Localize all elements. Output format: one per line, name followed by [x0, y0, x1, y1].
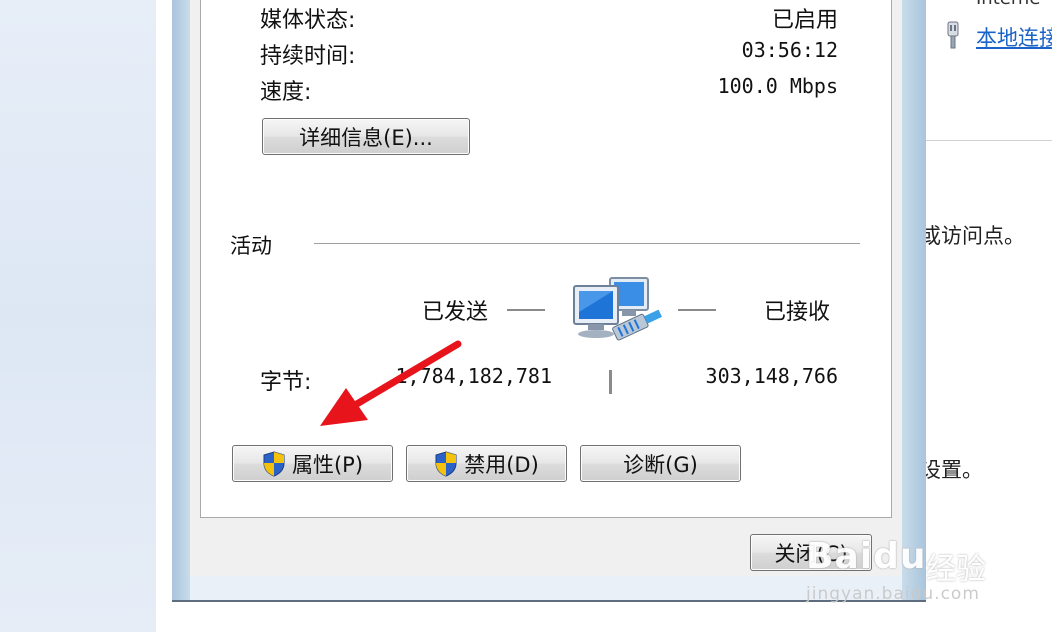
panel-text-settings: 设置。	[920, 458, 983, 482]
activity-separator-tick	[609, 370, 612, 394]
annotation-arrow-icon	[320, 340, 462, 426]
received-label: 已接收	[764, 300, 831, 325]
dialog-frame-right	[902, 0, 926, 600]
diagnose-button-label: 诊断(G)	[623, 452, 698, 477]
panel-top-text: Interne	[976, 0, 1040, 9]
speed-value: 100.0 Mbps	[717, 74, 838, 98]
shield-icon	[263, 450, 285, 477]
received-dash	[678, 309, 716, 311]
watermark-url: jingyan.baidu.com	[806, 584, 980, 604]
bytes-label: 字节:	[260, 370, 312, 395]
baidu-jingyan-watermark: Baidu 经验 jingyan.baidu.com	[800, 520, 1000, 610]
disable-button-label: 禁用(D)	[464, 452, 539, 477]
network-plug-icon	[947, 21, 959, 49]
duration-value: 03:56:12	[741, 38, 838, 62]
properties-button[interactable]: 属性(P)	[232, 445, 393, 482]
watermark-cn-text: 经验	[926, 552, 986, 587]
details-button[interactable]: 详细信息(E)...	[262, 118, 470, 155]
properties-button-label: 属性(P)	[291, 452, 364, 477]
activity-title: 活动	[230, 234, 272, 258]
local-connection-link[interactable]: 本地连接	[976, 22, 1052, 52]
details-button-label: 详细信息(E)...	[299, 125, 433, 150]
sent-label: 已发送	[422, 300, 489, 325]
disable-button[interactable]: 禁用(D)	[406, 445, 567, 482]
diagnose-button[interactable]: 诊断(G)	[580, 445, 741, 482]
panel-divider	[920, 140, 1052, 141]
media-state-value: 已启用	[771, 8, 838, 33]
media-state-label: 媒体状态:	[260, 8, 356, 33]
shield-icon	[435, 450, 457, 477]
activity-divider	[314, 243, 860, 244]
network-connection-icon	[573, 277, 662, 341]
watermark-logo: Baidu	[806, 536, 927, 577]
panel-text-access-point: 或访问点。	[920, 224, 1025, 248]
dialog-frame-left	[172, 0, 190, 600]
bytes-received-value: 303,148,766	[705, 364, 838, 388]
speed-label: 速度:	[260, 80, 312, 105]
duration-label: 持续时间:	[260, 44, 356, 69]
background-left-band	[0, 0, 156, 632]
sent-dash	[507, 309, 545, 311]
